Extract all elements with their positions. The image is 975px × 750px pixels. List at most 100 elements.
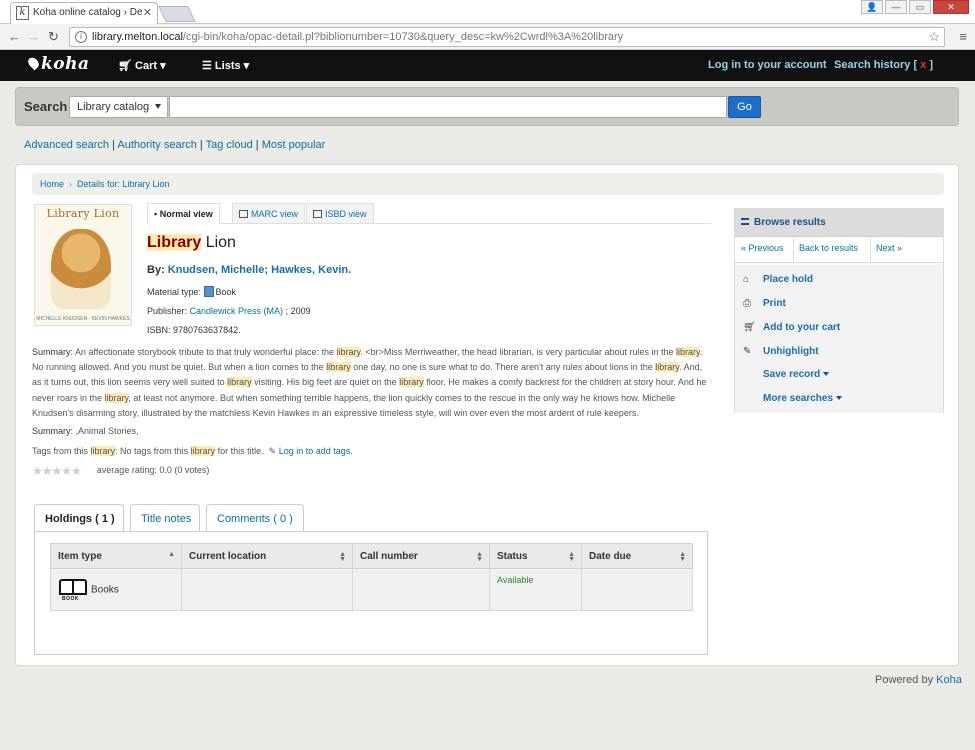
restore-icon[interactable]: ▭ xyxy=(909,0,931,14)
info-icon[interactable]: i xyxy=(75,31,87,43)
holdings-panel: Item type ▲ Current location ▲ ▼ Call numbe… xyxy=(34,531,708,655)
record-sidebar: Browse results « Previous Back to result… xyxy=(734,208,944,413)
material-type: Material type: Book xyxy=(147,286,237,297)
window-close-icon[interactable]: ✕ xyxy=(933,0,969,14)
isbn: ISBN: 9780763637842. xyxy=(147,325,241,335)
sort-icon: ▲ xyxy=(168,551,175,558)
browser-menu-icon[interactable]: ≡ xyxy=(959,29,967,44)
column-call-number[interactable]: Call number ▲ ▼ xyxy=(352,543,490,569)
search-scope-select[interactable]: Library catalog xyxy=(69,96,168,118)
url-host: library.melton.local xyxy=(92,31,183,43)
holdings-header-row: Item type ▲ Current location ▲ ▼ Call numbe… xyxy=(50,543,693,569)
sort-icon: ▲ ▼ xyxy=(476,551,483,563)
powered-by: Powered by Koha xyxy=(875,674,962,686)
chevron-down-icon xyxy=(836,396,843,400)
breadcrumb: Home › Details for: Library Lion xyxy=(32,173,944,195)
url-path: /cgi-bin/koha/opac-detail.pl?biblionumbe… xyxy=(182,31,624,43)
login-link[interactable]: Log in to your account xyxy=(708,59,827,71)
url-field[interactable]: i library.melton.local/cgi-bin/koha/opac… xyxy=(69,27,945,47)
search-history-link[interactable]: Search history [ x ] xyxy=(834,59,933,71)
column-item-type[interactable]: Item type ▲ xyxy=(50,543,182,569)
browser-tab[interactable]: k Koha online catalog › De ✕ xyxy=(10,2,158,24)
koha-logo[interactable]: koha xyxy=(26,54,90,74)
lists-menu[interactable]: ☰ Lists ▾ xyxy=(202,59,249,72)
breadcrumb-home[interactable]: Home xyxy=(40,179,64,189)
holdings-table: Item type ▲ Current location ▲ ▼ Call numbe… xyxy=(50,543,693,611)
save-record-menu[interactable]: Save record xyxy=(763,369,830,380)
browse-nav: « Previous Back to results Next » xyxy=(735,237,943,263)
tab-isbd-view[interactable]: ISBD view xyxy=(306,203,374,224)
koha-footer-link[interactable]: Koha xyxy=(936,674,962,686)
login-add-tags-link[interactable]: Log in to add tags. xyxy=(279,446,353,456)
more-searches-menu[interactable]: More searches xyxy=(763,393,843,404)
tab-normal-view[interactable]: ▪ Normal view xyxy=(147,203,220,224)
summary: Summary: An affectionate storybook tribu… xyxy=(32,347,707,418)
cell-location xyxy=(181,568,353,611)
chevron-down-icon xyxy=(823,372,830,376)
unhighlight-link[interactable]: ✎ Unhighlight xyxy=(743,346,819,357)
summary-subjects: Summary: ,Animal Stories, xyxy=(32,426,139,436)
reload-icon[interactable]: ↻ xyxy=(48,29,59,45)
lion-illustration xyxy=(51,229,111,309)
window-controls: 👤 — ▭ ✕ xyxy=(861,0,969,14)
browser-tabstrip: k Koha online catalog › De ✕ 👤 — ▭ ✕ xyxy=(0,0,975,24)
pencil-icon: ✎ xyxy=(268,446,277,456)
browse-results-toggle[interactable]: Browse results xyxy=(735,209,943,237)
breadcrumb-details[interactable]: Details for: Library Lion xyxy=(77,179,170,189)
advanced-search-link[interactable]: Advanced search xyxy=(24,139,109,151)
most-popular-link[interactable]: Most popular xyxy=(262,139,326,151)
column-date-due[interactable]: Date due ▲ ▼ xyxy=(581,543,693,569)
tag-cloud-link[interactable]: Tag cloud xyxy=(206,139,253,151)
publisher-link[interactable]: Candlewick Press (MA) xyxy=(190,306,284,316)
tab-close-icon[interactable]: ✕ xyxy=(143,6,152,19)
tab-title-notes[interactable]: Title notes xyxy=(130,504,200,532)
back-to-results-link[interactable]: Back to results xyxy=(799,243,858,253)
cell-call-number xyxy=(352,568,490,611)
address-bar: ← → ↻ i library.melton.local/cgi-bin/koh… xyxy=(0,24,975,50)
forward-arrow-icon[interactable]: → xyxy=(27,29,40,44)
record-title: Library Lion xyxy=(147,234,236,251)
tab-comments[interactable]: Comments ( 0 ) xyxy=(206,504,304,532)
bookmark-star-icon[interactable]: ☆ xyxy=(928,29,940,45)
isbd-list-icon xyxy=(313,210,322,218)
back-arrow-icon[interactable]: ← xyxy=(8,29,21,44)
new-tab-button[interactable] xyxy=(158,6,196,22)
koha-logo-icon xyxy=(26,55,41,71)
koha-favicon-icon: k xyxy=(16,6,29,20)
authors-link[interactable]: Knudsen, Michelle; Hawkes, Kevin. xyxy=(168,264,351,276)
cell-status: Available xyxy=(489,568,582,611)
main-content: Home › Details for: Library Lion Library L… xyxy=(15,164,959,666)
print-icon: ⎙ xyxy=(743,298,751,309)
user-icon[interactable]: 👤 xyxy=(861,0,883,14)
publisher: Publisher: Candlewick Press (MA) ; 2009 xyxy=(147,306,311,316)
title-highlight: Library xyxy=(147,234,202,251)
sort-icon: ▲ ▼ xyxy=(679,551,686,563)
cart-icon: 🛒︎ xyxy=(743,322,756,333)
cell-date-due xyxy=(581,568,693,611)
list-icon: ☰ xyxy=(202,60,215,72)
place-hold-link[interactable]: ⌂ Place hold xyxy=(743,274,813,285)
add-to-cart-link[interactable]: 🛒︎ Add to your cart xyxy=(743,322,840,333)
record-actions: ⌂ Place hold ⎙ Print 🛒︎ Add to your cart ✎ U… xyxy=(735,265,943,413)
search-label: Search xyxy=(24,99,68,114)
cart-menu[interactable]: 🛒︎ Cart ▾ xyxy=(118,59,166,72)
tab-marc-view[interactable]: MARC view xyxy=(232,203,306,224)
more-searches-links: Advanced search | Authority search | Tag… xyxy=(24,139,326,151)
minimize-icon[interactable]: — xyxy=(885,0,907,14)
sort-icon: ▲ ▼ xyxy=(568,551,575,563)
previous-link[interactable]: « Previous xyxy=(741,243,784,253)
book-cover-image[interactable]: Library Lion MICHELLE KNUDSEN · KEVIN HA… xyxy=(34,204,132,326)
next-link[interactable]: Next » xyxy=(876,243,902,253)
tab-holdings[interactable]: Holdings ( 1 ) xyxy=(34,504,124,533)
search-input[interactable] xyxy=(169,96,727,118)
column-current-location[interactable]: Current location ▲ ▼ xyxy=(181,543,353,569)
print-link[interactable]: ⎙ Print xyxy=(743,298,786,309)
star-rating-icons[interactable]: ★★★★★ xyxy=(32,464,82,478)
authority-search-link[interactable]: Authority search xyxy=(117,139,196,151)
column-status[interactable]: Status ▲ ▼ xyxy=(489,543,582,569)
book-icon xyxy=(203,286,214,297)
go-button[interactable]: Go xyxy=(728,96,761,118)
clear-history-button[interactable]: x xyxy=(920,59,926,71)
record-view-tabs: ▪ Normal view MARC view ISBD view xyxy=(147,203,711,224)
tab-title: Koha online catalog › De xyxy=(33,7,143,18)
